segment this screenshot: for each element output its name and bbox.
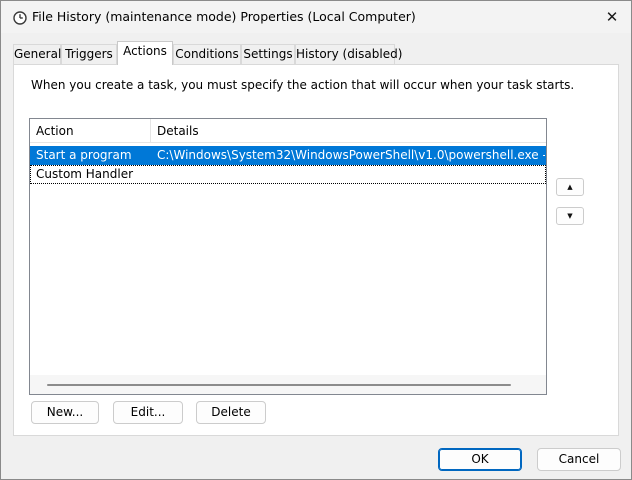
properties-dialog: File History (maintenance mode) Properti…	[0, 0, 632, 480]
tab-actions[interactable]: Actions	[117, 41, 173, 65]
column-header-action[interactable]: Action	[30, 119, 151, 143]
tab-conditions[interactable]: Conditions	[173, 44, 241, 64]
action-type: Custom Handler	[36, 167, 134, 181]
tab-general[interactable]: General	[13, 44, 61, 64]
action-type: Start a program	[36, 148, 132, 162]
task-properties-icon	[13, 11, 27, 25]
tab-triggers[interactable]: Triggers	[61, 44, 117, 64]
edit-action-button[interactable]: Edit...	[113, 401, 183, 424]
title-bar[interactable]: File History (maintenance mode) Properti…	[1, 1, 631, 33]
horizontal-scrollbar[interactable]	[30, 375, 546, 394]
actions-list[interactable]: Action Details Start a program C:\Window…	[29, 118, 547, 395]
move-down-button[interactable]: ▼	[556, 207, 584, 225]
action-details: C:\Windows\System32\WindowsPowerShell\v1…	[157, 148, 545, 162]
window-title: File History (maintenance mode) Properti…	[32, 9, 416, 24]
scrollbar-thumb[interactable]	[47, 384, 511, 386]
cancel-button[interactable]: Cancel	[537, 448, 621, 471]
actions-tab-panel: When you create a task, you must specify…	[13, 64, 619, 436]
column-header-details[interactable]: Details	[151, 119, 546, 143]
action-row[interactable]: Custom Handler	[30, 165, 546, 184]
move-up-button[interactable]: ▲	[556, 178, 584, 196]
new-action-button[interactable]: New...	[31, 401, 99, 424]
ok-button[interactable]: OK	[438, 448, 522, 471]
delete-action-button[interactable]: Delete	[196, 401, 266, 424]
tab-settings[interactable]: Settings	[241, 44, 295, 64]
action-row[interactable]: Start a program C:\Windows\System32\Wind…	[30, 146, 546, 165]
actions-intro-text: When you create a task, you must specify…	[31, 78, 575, 92]
tab-history[interactable]: History (disabled)	[295, 44, 402, 64]
close-icon[interactable]: ✕	[604, 9, 620, 25]
